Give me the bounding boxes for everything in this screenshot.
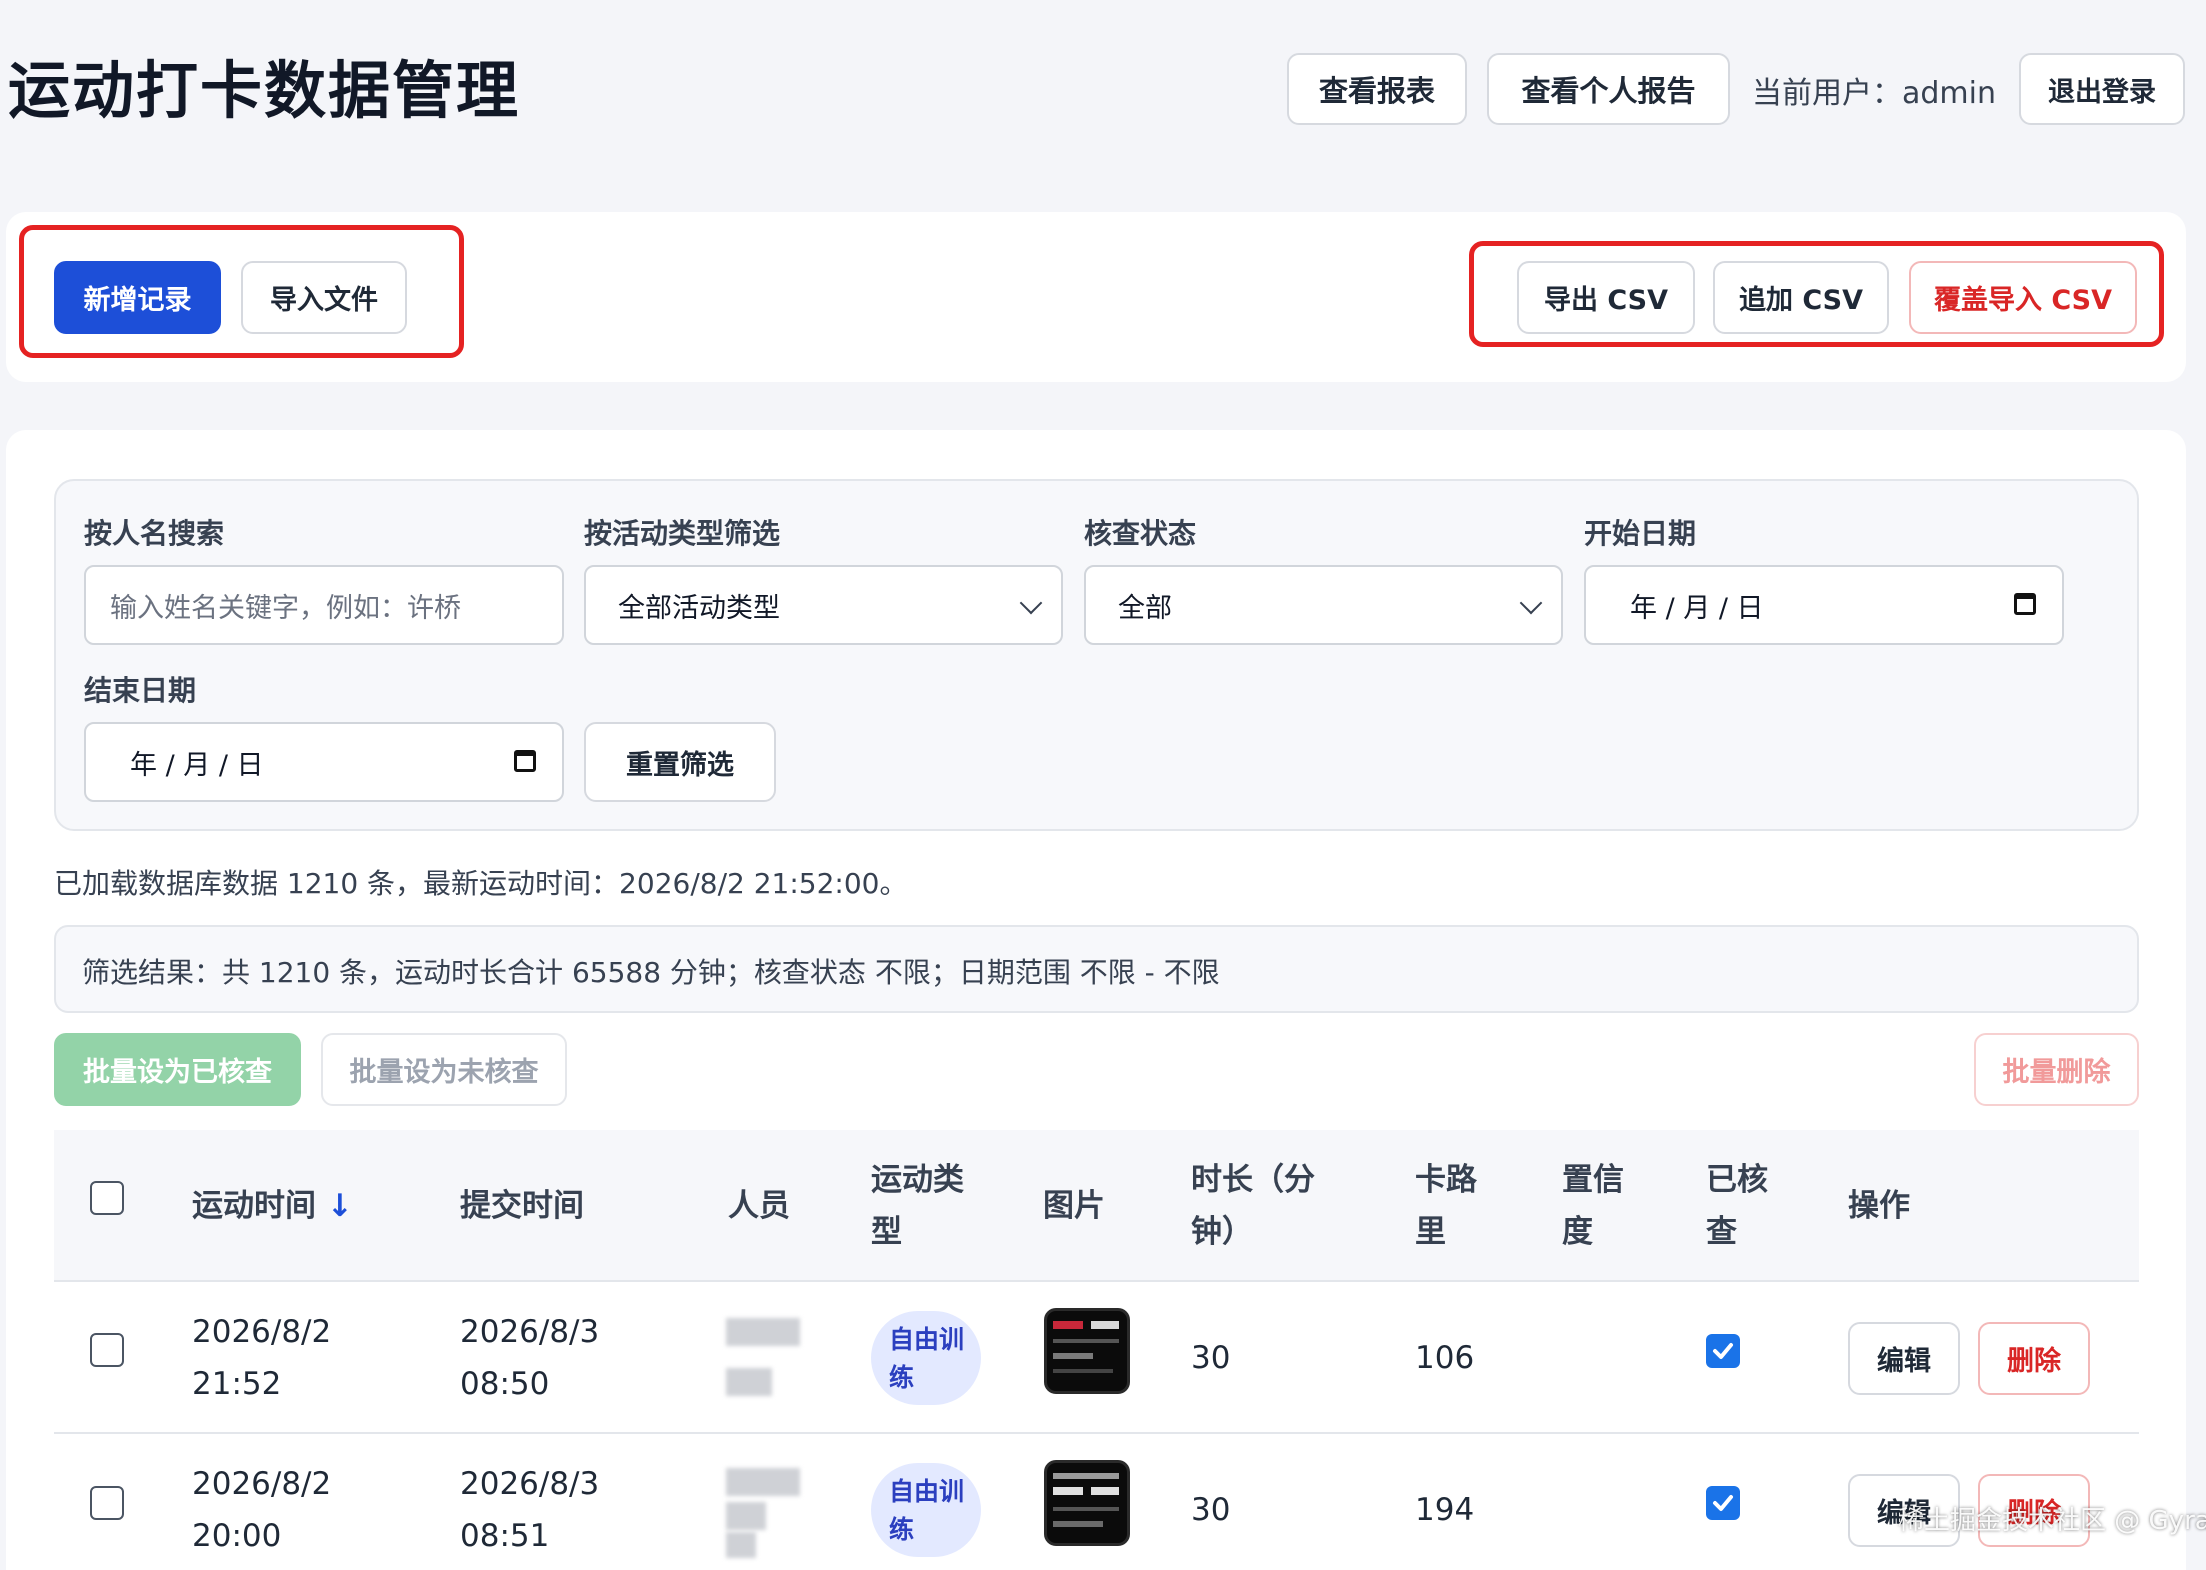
load-status-text: 已加载数据库数据 1210 条，最新运动时间：2026/8/2 21:52:00… xyxy=(54,867,908,900)
col-header-time-label: 运动时间 xyxy=(192,1188,316,1224)
end-date-value: 年 / 月 / 日 xyxy=(130,749,264,781)
activity-type-badge: 自由训 练 xyxy=(871,1311,981,1405)
col-header-type: 运动类 型 xyxy=(871,1154,964,1258)
filter-summary-text: 筛选结果：共 1210 条，运动时长合计 65588 分钟；核查状态 不限；日期… xyxy=(82,956,1220,989)
add-record-button[interactable]: 新增记录 xyxy=(54,261,221,334)
col-header-duration-l1: 时长（分 xyxy=(1191,1162,1315,1198)
type-filter-value: 全部活动类型 xyxy=(618,592,780,624)
view-report-button[interactable]: 查看报表 xyxy=(1287,53,1467,125)
col-header-duration-l2: 钟） xyxy=(1191,1214,1253,1250)
export-csv-button[interactable]: 导出 CSV xyxy=(1517,261,1695,334)
row-duration: 30 xyxy=(1191,1492,1231,1528)
bulk-set-unchecked-button[interactable]: 批量设为未核查 xyxy=(321,1033,567,1106)
select-all-checkbox[interactable] xyxy=(90,1181,124,1215)
col-header-checked-l1: 已核 xyxy=(1706,1162,1768,1198)
status-filter-value: 全部 xyxy=(1118,592,1172,624)
row-checkbox[interactable] xyxy=(90,1333,124,1367)
row-submit: 2026/8/3 08:50 xyxy=(460,1306,599,1410)
col-header-calories-l2: 里 xyxy=(1415,1214,1446,1250)
col-header-confidence-l2: 度 xyxy=(1562,1214,1593,1250)
page-title: 运动打卡数据管理 xyxy=(8,54,521,127)
chevron-down-icon xyxy=(1519,591,1543,615)
reset-filter-button[interactable]: 重置筛选 xyxy=(584,722,776,802)
row-time: 2026/8/2 21:52 xyxy=(192,1306,331,1410)
col-header-confidence-l1: 置信 xyxy=(1562,1162,1624,1198)
row-time: 2026/8/2 20:00 xyxy=(192,1458,331,1562)
avatar xyxy=(726,1318,800,1400)
watermark: 稀土掘金技术社区 @ Gyrate xyxy=(1898,1506,2206,1536)
col-header-type-l1: 运动类 xyxy=(871,1162,964,1198)
checkmark-icon xyxy=(1713,1343,1733,1359)
name-search-label: 按人名搜索 xyxy=(84,517,225,550)
checkmark-icon xyxy=(1713,1495,1733,1511)
name-search-placeholder: 输入姓名关键字，例如：许桥 xyxy=(110,592,461,624)
current-user: 当前用户：admin xyxy=(1752,68,1996,112)
bulk-set-checked-button[interactable]: 批量设为已核查 xyxy=(54,1033,301,1106)
row-duration: 30 xyxy=(1191,1340,1231,1376)
workout-screenshot-thumbnail[interactable] xyxy=(1044,1308,1130,1394)
activity-type-l2: 练 xyxy=(889,1515,915,1544)
row-checked-checkbox[interactable] xyxy=(1706,1486,1740,1520)
end-date-input[interactable]: 年 / 月 / 日 xyxy=(84,722,564,802)
import-file-button[interactable]: 导入文件 xyxy=(241,261,407,334)
current-user-label: 当前用户： xyxy=(1752,76,1902,111)
col-header-time[interactable]: 运动时间 ↓ xyxy=(192,1180,353,1232)
row-submit: 2026/8/3 08:51 xyxy=(460,1458,599,1562)
row-checked-checkbox[interactable] xyxy=(1706,1334,1740,1368)
status-filter-select[interactable]: 全部 xyxy=(1084,565,1563,645)
current-user-name: admin xyxy=(1902,76,1996,111)
row-calories: 106 xyxy=(1415,1340,1475,1376)
row-time-date: 2026/8/2 xyxy=(192,1314,332,1350)
view-personal-report-button[interactable]: 查看个人报告 xyxy=(1487,53,1730,125)
row-time-clock: 20:00 xyxy=(192,1518,282,1554)
append-csv-button[interactable]: 追加 CSV xyxy=(1713,261,1889,334)
col-header-image: 图片 xyxy=(1043,1188,1105,1224)
row-calories: 194 xyxy=(1415,1492,1475,1528)
row-time-date: 2026/8/2 xyxy=(192,1466,332,1502)
calendar-icon[interactable] xyxy=(2014,593,2036,615)
col-header-checked: 已核 查 xyxy=(1706,1154,1768,1258)
row-submit-clock: 08:51 xyxy=(460,1518,550,1554)
col-header-ops: 操作 xyxy=(1848,1188,1910,1224)
end-date-label: 结束日期 xyxy=(84,674,197,707)
start-date-value: 年 / 月 / 日 xyxy=(1630,592,1764,624)
sort-down-icon: ↓ xyxy=(326,1188,353,1224)
start-date-label: 开始日期 xyxy=(1584,517,1697,550)
activity-type-l2: 练 xyxy=(889,1363,915,1392)
col-header-checked-l2: 查 xyxy=(1706,1214,1737,1250)
row-submit-clock: 08:50 xyxy=(460,1366,550,1402)
name-search-input[interactable]: 输入姓名关键字，例如：许桥 xyxy=(84,565,564,645)
status-filter-label: 核查状态 xyxy=(1084,517,1197,550)
workout-screenshot-thumbnail[interactable] xyxy=(1044,1460,1130,1546)
col-header-person: 人员 xyxy=(728,1188,790,1224)
activity-type-l1: 自由训 xyxy=(889,1477,965,1506)
logout-button[interactable]: 退出登录 xyxy=(2019,53,2185,125)
col-header-type-l2: 型 xyxy=(871,1214,902,1250)
chevron-down-icon xyxy=(1019,591,1043,615)
row-submit-date: 2026/8/3 xyxy=(460,1314,600,1350)
col-header-calories: 卡路 里 xyxy=(1415,1154,1477,1258)
bulk-delete-button[interactable]: 批量删除 xyxy=(1974,1033,2139,1106)
activity-type-badge: 自由训 练 xyxy=(871,1463,981,1557)
start-date-input[interactable]: 年 / 月 / 日 xyxy=(1584,565,2064,645)
col-header-calories-l1: 卡路 xyxy=(1415,1162,1477,1198)
delete-button[interactable]: 删除 xyxy=(1978,1322,2090,1395)
row-checkbox[interactable] xyxy=(90,1486,124,1520)
row-submit-date: 2026/8/3 xyxy=(460,1466,600,1502)
avatar xyxy=(726,1468,800,1558)
edit-button[interactable]: 编辑 xyxy=(1848,1322,1960,1395)
col-header-duration: 时长（分 钟） xyxy=(1191,1154,1315,1258)
type-filter-label: 按活动类型筛选 xyxy=(584,517,781,550)
activity-type-l1: 自由训 xyxy=(889,1325,965,1354)
type-filter-select[interactable]: 全部活动类型 xyxy=(584,565,1063,645)
filter-summary: 筛选结果：共 1210 条，运动时长合计 65588 分钟；核查状态 不限；日期… xyxy=(54,925,2139,1013)
col-header-confidence: 置信 度 xyxy=(1562,1154,1624,1258)
row-time-clock: 21:52 xyxy=(192,1366,282,1402)
overwrite-csv-button[interactable]: 覆盖导入 CSV xyxy=(1909,261,2137,334)
col-header-submit: 提交时间 xyxy=(460,1188,584,1224)
calendar-icon[interactable] xyxy=(514,750,536,772)
